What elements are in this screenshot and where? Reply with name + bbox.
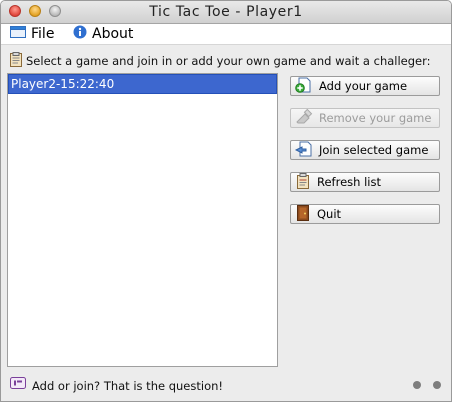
game-label: Player2-15:22:40 bbox=[11, 77, 115, 91]
info-icon bbox=[73, 25, 87, 43]
quit-label: Quit bbox=[317, 207, 342, 221]
refresh-list-label: Refresh list bbox=[317, 175, 381, 189]
status-bar: Add or join? That is the question! bbox=[10, 377, 223, 394]
status-text: Add or join? That is the question! bbox=[32, 378, 224, 393]
app-window: Tic Tac Toe - Player1 File About Select … bbox=[0, 0, 452, 402]
clipboard-icon bbox=[10, 52, 22, 70]
indicator-dot bbox=[413, 381, 421, 389]
list-item[interactable]: Player2-15:22:40 bbox=[8, 74, 277, 94]
remove-game-button[interactable]: Remove your game bbox=[290, 108, 440, 128]
instruction-text: Select a game and join in or add your ow… bbox=[26, 54, 431, 68]
menu-file[interactable]: File bbox=[10, 25, 54, 43]
window-title: Tic Tac Toe - Player1 bbox=[149, 4, 303, 20]
title-bar: Tic Tac Toe - Player1 bbox=[1, 1, 451, 24]
add-game-label: Add your game bbox=[319, 79, 408, 93]
menu-about-label: About bbox=[92, 26, 134, 42]
door-icon bbox=[295, 204, 311, 224]
instruction-line: Select a game and join in or add your ow… bbox=[10, 52, 431, 70]
refresh-list-button[interactable]: Refresh list bbox=[290, 172, 440, 192]
quit-button[interactable]: Quit bbox=[290, 204, 440, 224]
remove-game-label: Remove your game bbox=[319, 111, 432, 125]
menu-file-label: File bbox=[31, 26, 55, 42]
join-game-button[interactable]: Join selected game bbox=[290, 140, 440, 160]
join-game-label: Join selected game bbox=[319, 143, 429, 157]
clipboard-icon bbox=[295, 172, 311, 192]
menu-about[interactable]: About bbox=[73, 25, 133, 43]
add-game-button[interactable]: Add your game bbox=[290, 76, 440, 96]
menu-bar: File About bbox=[1, 24, 451, 45]
remove-icon bbox=[295, 108, 313, 128]
games-list[interactable]: Player2-15:22:40 bbox=[7, 73, 278, 367]
join-icon bbox=[294, 141, 313, 160]
speech-bubble-icon bbox=[10, 377, 26, 394]
window-icon bbox=[10, 26, 26, 42]
indicator-dot bbox=[433, 381, 441, 389]
add-document-icon bbox=[295, 77, 313, 96]
